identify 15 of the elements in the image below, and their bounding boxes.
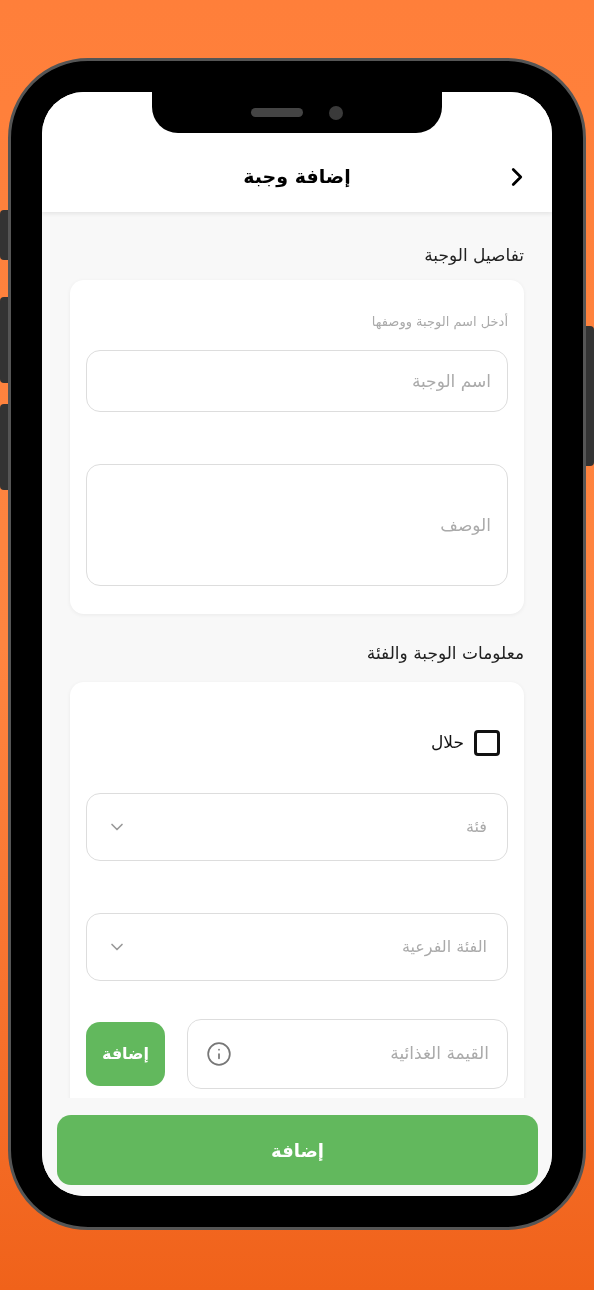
section-title: معلومات الوجبة والفئة xyxy=(365,642,524,665)
description-field[interactable]: الوصف xyxy=(86,464,508,586)
nutrition-field[interactable]: القيمة الغذائية xyxy=(187,1019,508,1089)
submit-button[interactable]: إضافة xyxy=(57,1115,538,1185)
meal-name-field[interactable]: اسم الوجبة xyxy=(86,350,508,412)
dropdown-field[interactable]: فئة xyxy=(86,793,508,861)
field-placeholder: القيمة الغذائية xyxy=(390,1042,489,1066)
hint-text: أدخل اسم الوجبة ووصفها xyxy=(370,312,508,332)
dropdown-field[interactable]: الفئة الفرعية xyxy=(86,913,508,981)
add-button[interactable]: إضافة xyxy=(86,1022,165,1086)
checkbox-label: حلال xyxy=(431,731,464,755)
section-title: تفاصيل الوجبة xyxy=(423,244,524,267)
screen-title: إضافة وجبة xyxy=(242,163,352,190)
dropdown-placeholder: فئة xyxy=(465,816,487,838)
dropdown-placeholder: الفئة الفرعية xyxy=(401,936,487,959)
